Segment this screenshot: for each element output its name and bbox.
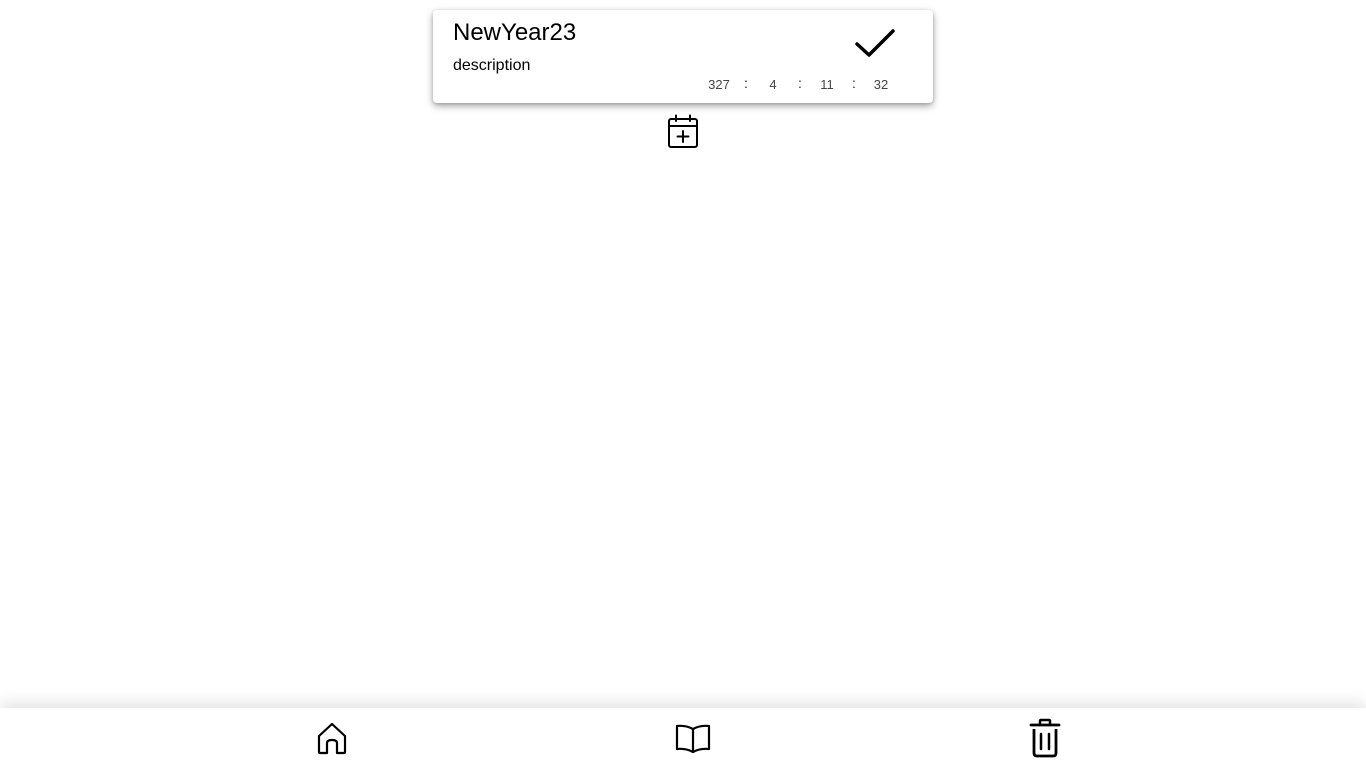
bottom-nav: [0, 708, 1366, 768]
nav-home-button[interactable]: [312, 718, 352, 758]
complete-button[interactable]: [851, 23, 899, 63]
countdown-seconds: 32: [873, 76, 889, 92]
event-title: NewYear23: [453, 19, 577, 46]
countdown-separator: :: [744, 75, 748, 91]
home-icon: [317, 722, 347, 755]
calendar-plus-icon: [668, 114, 698, 148]
countdown: 327 : 4 : 11 : 32: [698, 75, 902, 92]
countdown-separator: :: [798, 75, 802, 91]
app-root: NewYear23 description 327 : 4 : 11 : 32: [0, 0, 1366, 768]
nav-trash-button[interactable]: [1025, 718, 1065, 758]
countdown-days: 327: [708, 76, 730, 92]
trash-icon: [1029, 718, 1061, 758]
nav-book-button[interactable]: [673, 718, 713, 758]
countdown-hours: 4: [769, 76, 777, 92]
book-icon: [675, 724, 711, 754]
check-icon: [855, 29, 895, 57]
event-description: description: [453, 57, 531, 74]
countdown-separator: :: [852, 75, 856, 91]
countdown-minutes: 11: [820, 76, 834, 92]
event-card[interactable]: NewYear23 description 327 : 4 : 11 : 32: [433, 10, 933, 103]
add-event-button[interactable]: [666, 114, 700, 150]
